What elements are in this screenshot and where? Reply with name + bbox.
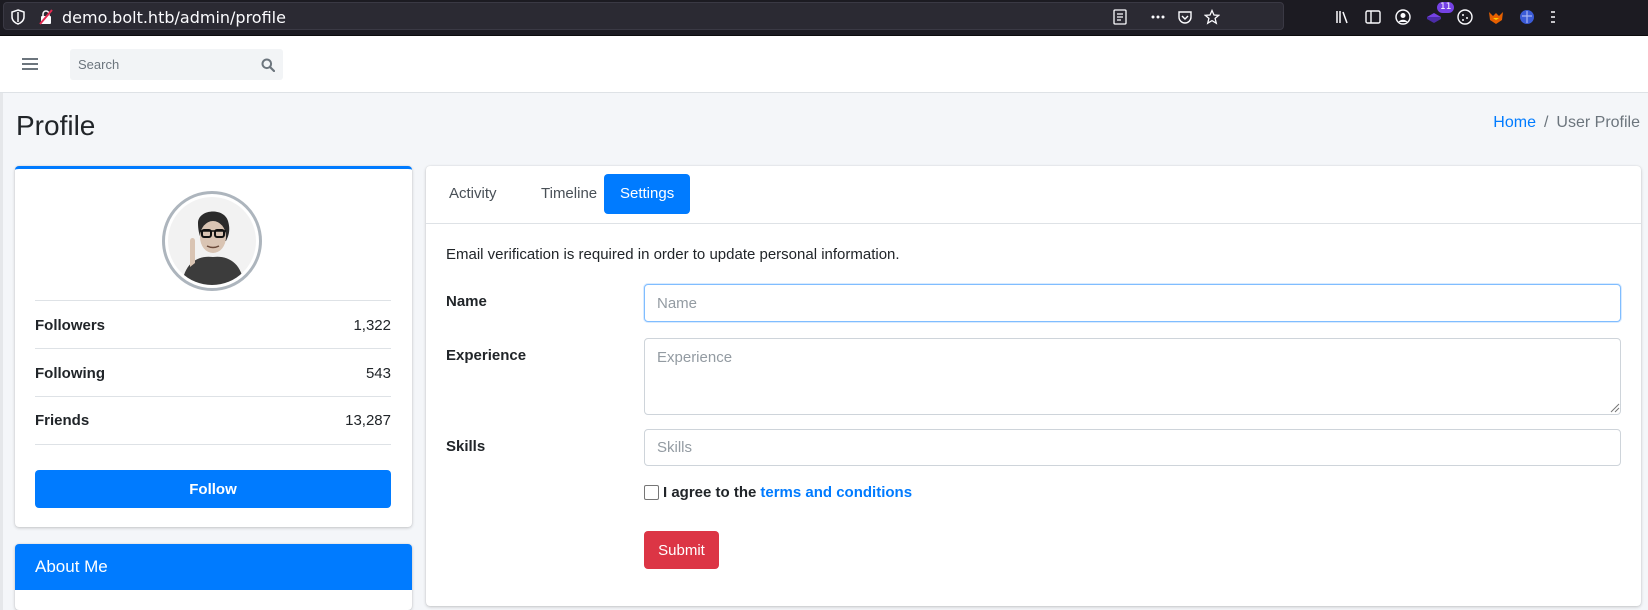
foxyproxy-icon[interactable] (1487, 8, 1505, 26)
stat-value: 543 (365, 364, 391, 382)
insecure-lock-icon[interactable] (38, 9, 54, 25)
profile-picture (168, 197, 256, 285)
stat-label: Followers (35, 316, 106, 334)
page-title: Profile (16, 110, 96, 141)
follow-button[interactable]: Follow (35, 470, 391, 508)
browser-toolbar: demo.bolt.htb/admin/profile 11 (0, 0, 1648, 36)
stat-label: Following (35, 364, 105, 382)
more-actions-icon[interactable] (1150, 9, 1166, 25)
hamburger-menu-icon[interactable] (22, 57, 38, 71)
experience-textarea[interactable] (644, 338, 1621, 415)
wappalyzer-icon[interactable] (1518, 8, 1536, 26)
stat-row-followers: Followers 1,322 (35, 300, 391, 349)
search-input[interactable] (70, 49, 250, 80)
breadcrumb-current: User Profile (1556, 114, 1640, 131)
experience-label: Experience (446, 347, 527, 364)
search-button[interactable] (253, 49, 283, 80)
name-input[interactable] (644, 284, 1621, 322)
top-navbar (0, 36, 1648, 93)
extension-badge: 11 (1437, 2, 1455, 13)
breadcrumb-separator: / (1543, 114, 1549, 131)
search-icon (261, 58, 275, 72)
tab-settings[interactable]: Settings (604, 174, 691, 214)
profile-card: Followers 1,322 Following 543 Friends 13… (15, 166, 412, 527)
name-label: Name (446, 293, 487, 310)
menu-overflow-icon[interactable] (1546, 8, 1564, 26)
stat-row-following: Following 543 (35, 348, 391, 397)
url-text[interactable]: demo.bolt.htb/admin/profile (62, 8, 286, 27)
agree-text: I agree to the (663, 484, 757, 501)
submit-button[interactable]: Submit (644, 531, 719, 569)
sidebar-edge (0, 93, 3, 610)
address-bar[interactable]: demo.bolt.htb/admin/profile (3, 2, 1284, 30)
resize-grip-icon[interactable] (1610, 403, 1620, 413)
tracking-shield-icon[interactable] (10, 9, 26, 25)
breadcrumb: Home / User Profile (1493, 114, 1640, 132)
avatar (162, 191, 262, 291)
account-icon[interactable] (1394, 8, 1412, 26)
sidebar-icon[interactable] (1364, 8, 1382, 26)
terms-link[interactable]: terms and conditions (760, 484, 912, 501)
skills-label: Skills (446, 438, 486, 455)
about-title: About Me (15, 544, 412, 590)
reader-view-icon[interactable] (1112, 9, 1128, 25)
cookie-icon[interactable] (1456, 8, 1474, 26)
terms-agreement: I agree to the terms and conditions (644, 484, 912, 501)
bookmark-star-icon[interactable] (1204, 9, 1220, 25)
skills-input[interactable] (644, 429, 1621, 466)
breadcrumb-home-link[interactable]: Home (1493, 114, 1536, 131)
library-icon[interactable] (1334, 8, 1352, 26)
pocket-icon[interactable] (1177, 9, 1193, 25)
tabs-bar: Activity Timeline Settings (426, 166, 1641, 224)
search-form (70, 49, 283, 80)
stat-value: 1,322 (353, 316, 391, 334)
tab-activity[interactable]: Activity (433, 174, 513, 214)
email-verification-notice: Email verification is required in order … (446, 246, 900, 263)
stat-value: 13,287 (345, 412, 391, 429)
about-card: About Me (15, 544, 412, 610)
stat-row-friends: Friends 13,287 (35, 396, 391, 445)
settings-card: Activity Timeline Settings Email verific… (426, 166, 1641, 606)
terms-checkbox[interactable] (644, 485, 659, 500)
tab-timeline[interactable]: Timeline (525, 174, 613, 214)
stat-label: Friends (35, 412, 90, 429)
